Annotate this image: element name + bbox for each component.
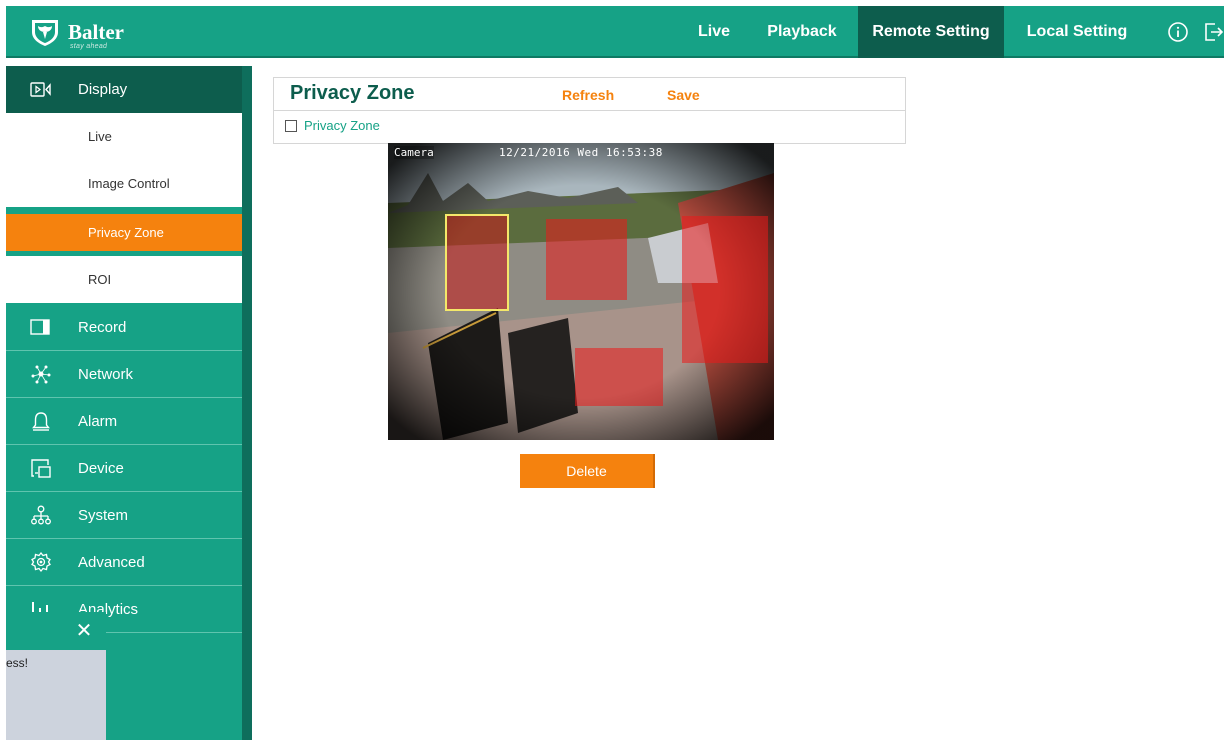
menu-device-label: Device <box>78 459 124 477</box>
alarm-icon <box>30 410 52 432</box>
info-icon[interactable] <box>1167 21 1189 43</box>
close-icon[interactable]: ✕ <box>64 612 104 650</box>
menu-network[interactable]: Network <box>6 351 242 398</box>
menu-advanced[interactable]: Advanced <box>6 539 242 586</box>
camera-preview[interactable]: Camera 12/21/2016 Wed 16:53:38 <box>388 143 774 440</box>
privacy-zone-selected[interactable] <box>445 214 509 311</box>
sub-item-image-control[interactable]: Image Control <box>6 160 242 207</box>
toast-message: ess! <box>6 656 29 670</box>
menu-network-label: Network <box>78 365 134 383</box>
device-icon <box>30 457 52 479</box>
menu-alarm[interactable]: Alarm <box>6 398 242 445</box>
menu-advanced-label: Advanced <box>78 553 145 571</box>
top-bar: Balter stay ahead Live Playback Remote S… <box>6 6 1224 58</box>
record-icon <box>30 316 52 338</box>
privacy-zone-checkbox-label: Privacy Zone <box>304 118 380 133</box>
privacy-zone-toggle[interactable]: Privacy Zone <box>285 118 380 133</box>
privacy-zone[interactable] <box>575 348 663 406</box>
display-icon <box>30 79 52 101</box>
menu-display[interactable]: Display <box>6 66 242 113</box>
menu-system-label: System <box>78 506 129 524</box>
menu-system[interactable]: System <box>6 492 242 539</box>
system-icon <box>30 504 52 526</box>
brand-name: Balter <box>68 20 124 44</box>
page-title: Privacy Zone <box>290 82 415 104</box>
toast-header: ✕ <box>6 612 106 650</box>
menu-record[interactable]: Record <box>6 304 242 351</box>
menu-device[interactable]: Device <box>6 445 242 492</box>
advanced-icon <box>30 551 52 573</box>
menu-record-label: Record <box>78 318 127 336</box>
refresh-button[interactable]: Refresh <box>562 87 614 103</box>
nav-remote-setting[interactable]: Remote Setting <box>858 6 1004 58</box>
brand-logo: Balter stay ahead <box>30 13 180 51</box>
sub-item-live[interactable]: Live <box>6 113 242 160</box>
nav-local-setting[interactable]: Local Setting <box>1008 6 1146 58</box>
nav-live[interactable]: Live <box>681 6 747 58</box>
sub-item-privacy-zone[interactable]: Privacy Zone <box>6 214 242 251</box>
app-root: Balter stay ahead Live Playback Remote S… <box>0 0 1224 740</box>
privacy-zone-checkbox[interactable] <box>285 119 297 132</box>
save-button[interactable]: Save <box>667 87 700 103</box>
nav-playback[interactable]: Playback <box>756 6 848 58</box>
delete-button[interactable]: Delete <box>520 454 655 488</box>
network-icon <box>30 363 52 385</box>
privacy-zone[interactable] <box>682 216 768 363</box>
menu-display-label: Display <box>78 81 128 98</box>
osd-camera-name: Camera <box>394 146 434 159</box>
osd-datetime: 12/21/2016 Wed 16:53:38 <box>499 146 663 159</box>
panel-divider <box>274 110 905 111</box>
shield-logo-icon <box>32 20 58 46</box>
menu-alarm-label: Alarm <box>78 412 118 430</box>
brand-tagline: stay ahead <box>70 43 108 50</box>
logout-icon[interactable] <box>1202 21 1224 43</box>
privacy-zone[interactable] <box>546 219 627 300</box>
privacy-zone-panel: Privacy Zone Refresh Save Privacy Zone <box>273 77 906 144</box>
sub-item-roi[interactable]: ROI <box>6 256 242 303</box>
toast-notification: ✕ ess! <box>6 612 106 740</box>
